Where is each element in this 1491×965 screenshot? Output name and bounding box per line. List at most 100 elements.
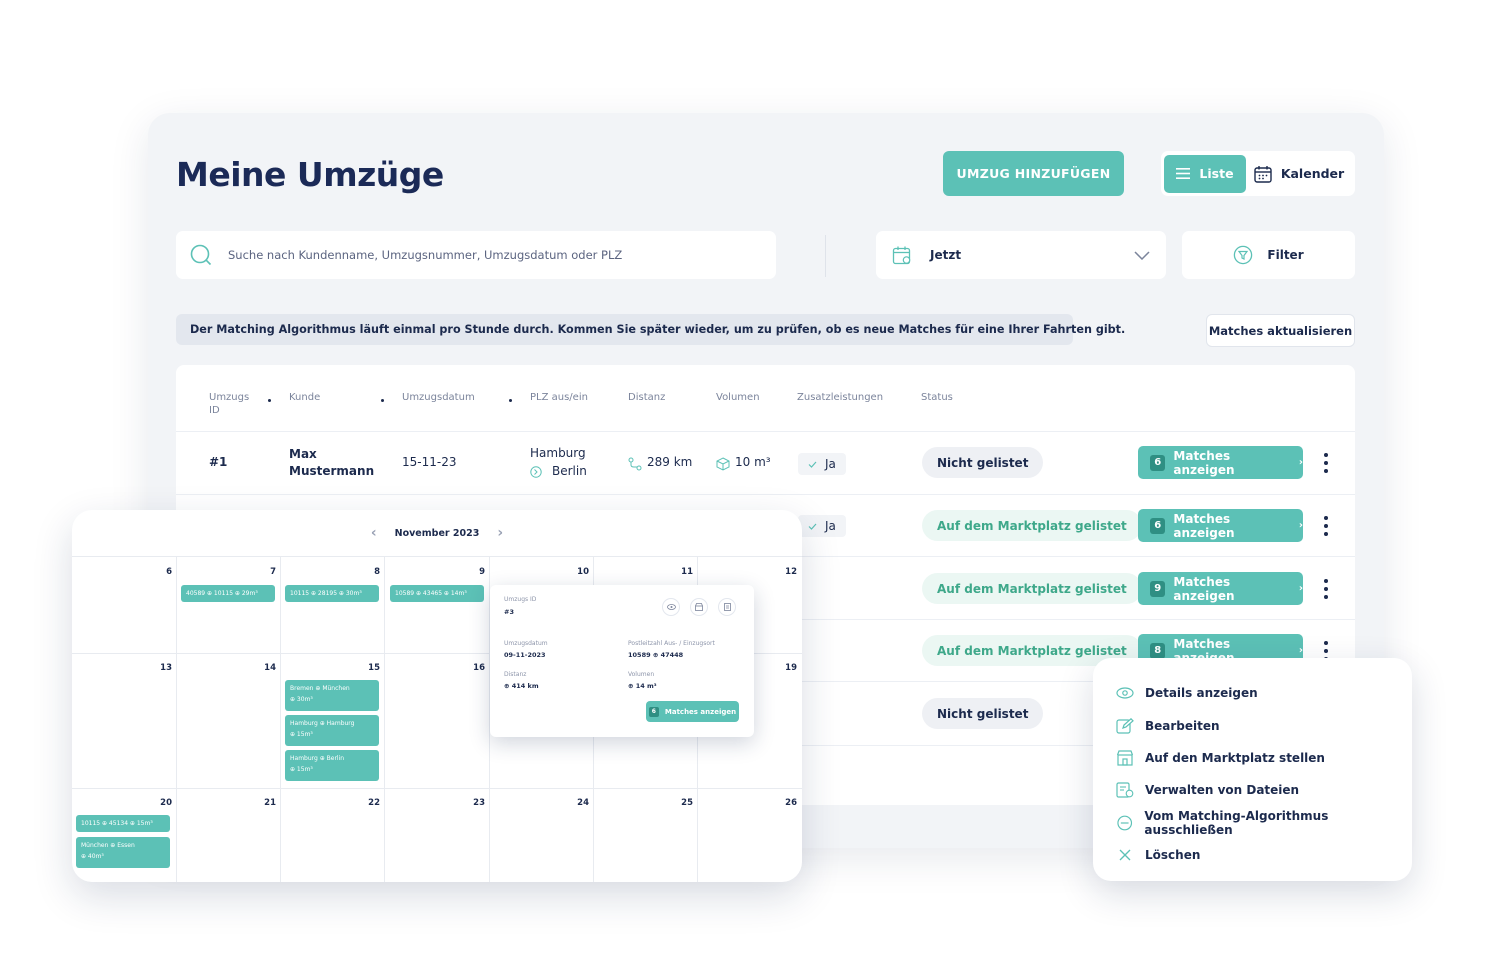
show-matches-button[interactable]: 6 Matches anzeigen › [1138, 446, 1303, 479]
status-badge: Nicht gelistet [922, 447, 1044, 478]
calendar-event-volume: ⊕ 30m³ [290, 696, 313, 703]
view-list-label: Liste [1199, 166, 1234, 181]
search-icon [190, 244, 212, 266]
popup-plz-value: 10589 ⊕ 47448 [628, 651, 684, 659]
calendar-day[interactable]: 24 [569, 798, 589, 808]
calendar-event-route: Hamburg ⊕ Berlin [290, 755, 345, 762]
calendar-day[interactable]: 8 [360, 567, 380, 577]
calendar-day[interactable]: 22 [360, 798, 380, 808]
filter-label: Filter [1267, 248, 1304, 262]
more-options-icon[interactable] [1323, 453, 1329, 473]
menu-item-details[interactable]: Details anzeigen [1093, 677, 1412, 709]
menu-item-edit[interactable]: Bearbeiten [1093, 709, 1412, 741]
show-matches-button[interactable]: 6 Matches anzeigen › [1138, 509, 1303, 542]
page-title: Meine Umzüge [176, 155, 444, 194]
more-options-icon[interactable] [1323, 579, 1329, 599]
search-input[interactable] [228, 248, 748, 262]
show-matches-button[interactable]: 9 Matches anzeigen › [1138, 572, 1303, 605]
more-options-icon[interactable] [1323, 516, 1329, 536]
menu-item-marketplace[interactable]: Auf den Marktplatz stellen [1093, 742, 1412, 774]
calendar-event[interactable]: 10589 ⊕ 43465 ⊕ 14m³ [390, 585, 484, 602]
zusatz-badge: Ja [798, 453, 846, 475]
zusatz-value: Ja [825, 457, 836, 471]
menu-item-exclude[interactable]: Vom Matching-Algorithmus ausschließen [1093, 807, 1412, 839]
refresh-matches-button[interactable]: Matches aktualisieren [1206, 314, 1355, 347]
calendar-day[interactable]: 23 [465, 798, 485, 808]
calendar-event[interactable]: Hamburg ⊕ Berlin ⊕ 15m³ [285, 750, 379, 781]
match-count: 9 [1150, 580, 1166, 597]
calendar-event[interactable]: 10115 ⊕ 45134 ⊕ 15m³ [76, 815, 170, 832]
files-icon[interactable] [718, 598, 736, 616]
filter-button[interactable]: Filter [1182, 231, 1355, 279]
calendar-day[interactable]: 10 [569, 567, 589, 577]
column-header-distanz: Distanz [628, 392, 666, 403]
calendar-day[interactable]: 25 [673, 798, 693, 808]
show-matches-label: Matches anzeigen [1173, 511, 1235, 540]
calendar-event[interactable]: Hamburg ⊕ Hamburg ⊕ 15m³ [285, 715, 379, 746]
exclude-icon [1117, 815, 1133, 831]
calendar-event-volume: ⊕ 15m³ [290, 731, 313, 738]
menu-item-files[interactable]: Verwalten von Dateien [1093, 774, 1412, 806]
calendar-day[interactable]: 20 [152, 798, 172, 808]
calendar-day[interactable]: 13 [152, 663, 172, 673]
calendar-event[interactable]: Bremen ⊕ München ⊕ 30m³ [285, 680, 379, 711]
calendar-event-volume: ⊕ 15m³ [290, 766, 313, 773]
popup-dist-label: Distanz [504, 671, 527, 678]
close-icon [1119, 849, 1131, 861]
column-header-kunde[interactable]: Kunde [289, 391, 320, 404]
popup-vol-label: Volumen [628, 671, 655, 678]
menu-item-label: Löschen [1145, 848, 1201, 863]
calendar-day[interactable]: 9 [465, 567, 485, 577]
date-select-value: Jetzt [930, 248, 962, 262]
calendar-event[interactable]: 10115 ⊕ 28195 ⊕ 30m³ [285, 585, 379, 602]
calendar-day[interactable]: 11 [673, 567, 693, 577]
calendar-day[interactable]: 12 [777, 567, 797, 577]
column-header-datum[interactable]: Umzugsdatum [402, 391, 475, 404]
popup-date-value: 09-11-2023 [504, 651, 546, 659]
chevron-left-icon[interactable]: ‹ [371, 525, 377, 541]
row-id: #1 [209, 455, 228, 469]
status-badge: Nicht gelistet [922, 698, 1044, 729]
calendar-day[interactable]: 6 [152, 567, 172, 577]
calendar-month: November 2023 [394, 527, 480, 539]
view-calendar-label: Kalender [1280, 166, 1345, 181]
match-count: 6 [1150, 517, 1166, 534]
popup-vol-value: ⊕ 14 m³ [628, 682, 657, 690]
match-count: 8 [1150, 642, 1166, 659]
calendar-day[interactable]: 19 [777, 663, 797, 673]
eye-icon[interactable] [662, 598, 680, 616]
calendar-day[interactable]: 21 [256, 798, 276, 808]
calendar-icon [1254, 165, 1272, 183]
chevron-right-icon: › [1298, 520, 1303, 531]
menu-item-delete[interactable]: Löschen [1093, 839, 1412, 871]
row-distanz: 289 km [647, 455, 693, 469]
column-header-id[interactable]: Umzugs ID [209, 391, 259, 417]
view-list-button[interactable]: Liste [1164, 154, 1246, 193]
store-icon [1116, 750, 1134, 766]
calendar-day[interactable]: 26 [777, 798, 797, 808]
calendar-event[interactable]: München ⊕ Essen ⊕ 40m³ [76, 837, 170, 868]
popup-show-matches-button[interactable]: 6 Matches anzeigen [646, 701, 739, 722]
eye-icon [1116, 687, 1134, 699]
chevron-right-icon[interactable]: › [497, 525, 503, 541]
row-divider [176, 494, 1355, 495]
show-matches-label: Matches anzeigen [664, 707, 737, 716]
calendar-day[interactable]: 14 [256, 663, 276, 673]
add-move-button[interactable]: UMZUG HINZUFÜGEN [943, 151, 1124, 196]
sort-indicator[interactable] [509, 399, 512, 402]
calendar-day[interactable]: 7 [256, 567, 276, 577]
sort-indicator[interactable] [381, 399, 384, 402]
popup-plz-label: Postleitzahl Aus- / Einzugsort [628, 640, 715, 647]
store-icon[interactable] [690, 598, 708, 616]
date-select[interactable]: Jetzt [876, 231, 1166, 279]
view-calendar-button[interactable]: Kalender [1246, 165, 1352, 183]
calendar-day[interactable]: 15 [360, 663, 380, 673]
column-header-plz[interactable]: PLZ aus/ein [530, 391, 588, 404]
list-icon [1176, 168, 1191, 179]
sort-indicator[interactable] [268, 399, 271, 402]
calendar-event[interactable]: 40589 ⊕ 10115 ⊕ 29m³ [181, 585, 275, 602]
calendar-day[interactable]: 16 [465, 663, 485, 673]
chevron-down-icon [1134, 250, 1150, 260]
status-badge: Auf dem Marktplatz gelistet [922, 510, 1142, 541]
popup-id-label: Umzugs ID [504, 596, 537, 603]
